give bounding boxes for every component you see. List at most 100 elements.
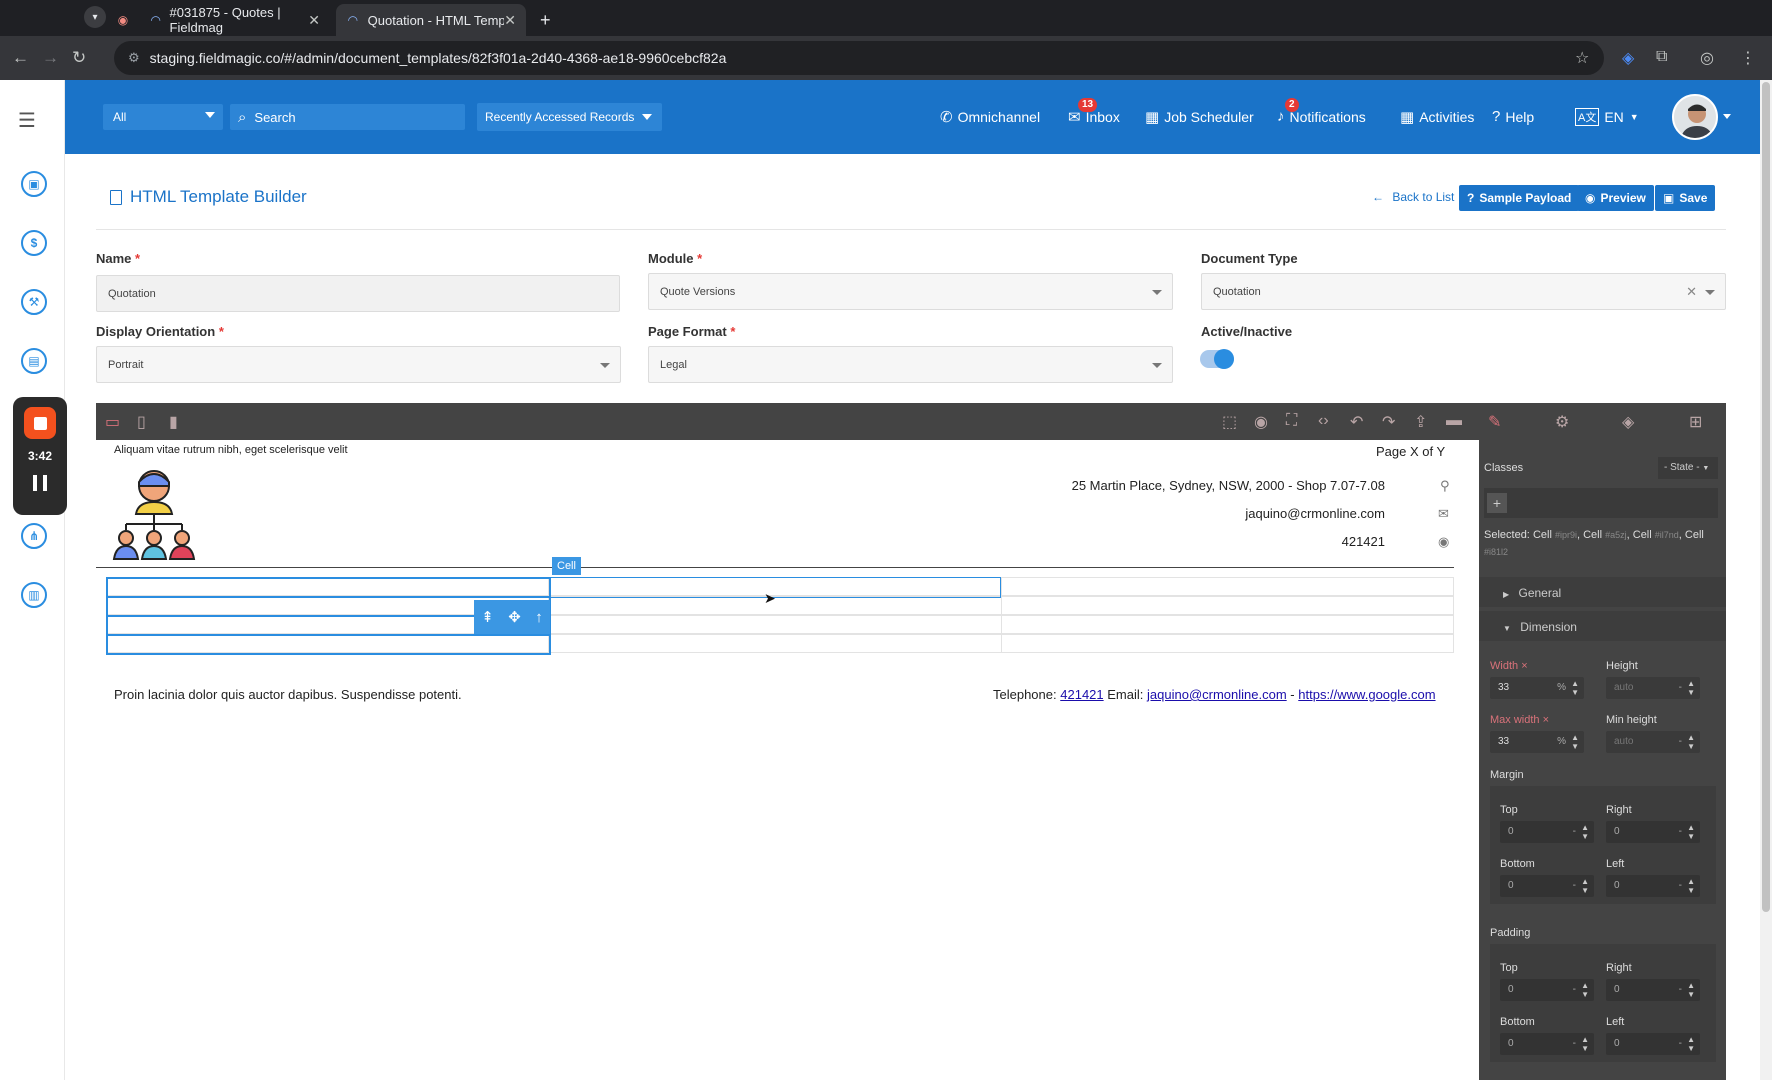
address-bar[interactable]: ⚙ staging.fieldmagic.co/#/admin/document… [114,41,1604,75]
margin-right-input[interactable]: 0 - ▲ ▼ [1606,821,1700,843]
site-settings-icon[interactable]: ⚙ [128,50,140,66]
padding-right-input[interactable]: 0 - ▲ ▼ [1606,979,1700,1001]
puzzle-extensions-icon[interactable]: ⧉ [1656,48,1667,66]
style-manager-brush-icon[interactable]: ✎ [1488,412,1501,432]
margin-bottom-input[interactable]: 0 - ▲ ▼ [1500,875,1594,897]
code-icon[interactable]: ‹› [1318,412,1329,430]
back-to-list-link[interactable]: ← Back to List [1372,190,1454,204]
stepper-icon[interactable]: ▲ ▼ [1581,823,1589,841]
clear-width-icon[interactable]: × [1521,660,1527,672]
unit-select[interactable]: - [1679,984,1682,995]
nav-notifications[interactable]: ♪ 2 Notifications [1277,98,1366,125]
dimension-section-header[interactable]: ▼ Dimension [1479,611,1726,641]
unit-select[interactable]: - [1573,984,1576,995]
general-section-header[interactable]: ▶ General [1479,577,1726,607]
add-class-button[interactable]: + [1487,493,1507,513]
mobile-view-icon[interactable]: ▮ [169,412,178,432]
stepper-icon[interactable]: ▲ ▼ [1581,877,1589,895]
stepper-icon[interactable]: ▲ ▼ [1571,679,1579,697]
move-icon[interactable]: ✥ [508,608,521,626]
selected-cell[interactable] [106,634,551,655]
recently-accessed-dropdown[interactable]: Recently Accessed Records [477,103,662,131]
nav-inbox[interactable]: ✉ 13 Inbox [1068,98,1120,126]
padding-left-input[interactable]: 0 - ▲ ▼ [1606,1033,1700,1055]
user-avatar[interactable] [1672,94,1718,140]
nav-language[interactable]: A文 EN ▼ [1575,108,1639,126]
nav-omnichannel[interactable]: ✆ Omnichannel [940,108,1040,126]
contacts-icon[interactable]: ▣ [21,171,47,197]
document-icon[interactable]: ▥ [21,582,47,608]
component-outline-icon[interactable]: ⬚ [1222,412,1237,432]
height-input[interactable]: auto - ▲ ▼ [1606,677,1700,699]
unit-select[interactable]: - [1679,880,1682,891]
wrench-icon[interactable]: ⚒ [21,289,47,315]
dollar-icon[interactable]: $ [21,230,47,256]
tab-quotation-template[interactable]: ◠ Quotation - HTML Template E ✕ [336,4,526,36]
active-toggle[interactable] [1200,349,1234,369]
workflow-icon[interactable]: ⋔ [21,523,47,549]
unit-select[interactable]: - [1679,682,1682,693]
layers-icon[interactable]: ◈ [1622,412,1634,432]
tablet-view-icon[interactable]: ▯ [137,412,146,432]
desktop-view-icon[interactable]: ▭ [105,412,120,432]
selected-cell[interactable] [106,577,551,598]
stepper-icon[interactable]: ▲ ▼ [1581,981,1589,999]
page-format-select[interactable]: Legal [648,346,1173,383]
stepper-icon[interactable]: ▲ ▼ [1571,733,1579,751]
state-select[interactable]: - State - ▼ [1658,457,1718,479]
back-arrow-icon[interactable]: ← [12,48,29,68]
clear-max-width-icon[interactable]: × [1543,714,1549,726]
padding-bottom-input[interactable]: 0 - ▲ ▼ [1500,1033,1594,1055]
caret-down-icon[interactable] [1723,114,1731,119]
bookmark-star-icon[interactable]: ☆ [1575,48,1589,68]
stepper-icon[interactable]: ▲ ▼ [1687,877,1695,895]
select-parent-icon[interactable]: ⇞ [481,608,494,626]
tab-recording[interactable]: ◉ [112,4,134,36]
stepper-icon[interactable]: ▲ ▼ [1687,981,1695,999]
profile-icon[interactable]: ◎ [1700,48,1714,68]
redo-icon[interactable]: ↷ [1382,412,1395,432]
nav-job-scheduler[interactable]: ▦ Job Scheduler [1145,108,1254,126]
name-field[interactable]: Quotation [96,275,620,312]
page-scrollbar[interactable] [1760,80,1772,1080]
unit-select[interactable]: - [1573,826,1576,837]
save-button[interactable]: ▣ Save [1655,185,1716,211]
website-link[interactable]: https://www.google.com [1298,687,1435,702]
unit-select[interactable]: - [1573,880,1576,891]
close-tab-icon[interactable]: ✕ [308,12,320,29]
forward-arrow-icon[interactable]: → [42,48,59,68]
reload-icon[interactable]: ↻ [72,48,86,68]
search-filter-select[interactable]: All [103,104,223,130]
telephone-link[interactable]: 421421 [1060,687,1103,702]
clear-icon[interactable]: ✕ [1686,284,1697,300]
settings-gear-icon[interactable]: ⚙ [1555,412,1569,432]
margin-left-input[interactable]: 0 - ▲ ▼ [1606,875,1700,897]
kebab-menu-icon[interactable]: ⋮ [1740,48,1756,68]
arrow-up-icon[interactable]: ↑ [535,609,543,626]
width-input[interactable]: 33 % ▲ ▼ [1490,677,1584,699]
margin-top-input[interactable]: 0 - ▲ ▼ [1500,821,1594,843]
fullscreen-icon[interactable]: ⛶ [1286,412,1297,430]
unit-select[interactable]: - [1679,736,1682,747]
nav-activities[interactable]: ▦ Activities [1400,108,1474,126]
sample-payload-button[interactable]: ? Sample Payload [1459,185,1580,211]
pause-icon[interactable] [33,475,47,491]
stepper-icon[interactable]: ▲ ▼ [1687,733,1695,751]
padding-top-input[interactable]: 0 - ▲ ▼ [1500,979,1594,1001]
new-tab-button[interactable]: + [530,4,561,36]
stepper-icon[interactable]: ▲ ▼ [1687,679,1695,697]
briefcase-icon[interactable]: ▤ [21,348,47,374]
email-link[interactable]: jaquino@crmonline.com [1147,687,1287,702]
nav-help[interactable]: ? Help [1492,108,1534,125]
search-input[interactable] [254,109,435,125]
stepper-icon[interactable]: ▲ ▼ [1687,823,1695,841]
tab-search-button[interactable]: ▾ [84,6,106,28]
undo-icon[interactable]: ↶ [1350,412,1363,432]
global-search[interactable]: ⌕ [230,104,465,130]
trash-icon[interactable]: ▬ [1446,412,1462,430]
unit-select[interactable]: - [1679,826,1682,837]
unit-select[interactable]: % [1557,736,1566,747]
scrollbar-thumb[interactable] [1762,82,1770,912]
unit-select[interactable]: - [1679,1038,1682,1049]
import-icon[interactable]: ⇪ [1414,412,1427,432]
